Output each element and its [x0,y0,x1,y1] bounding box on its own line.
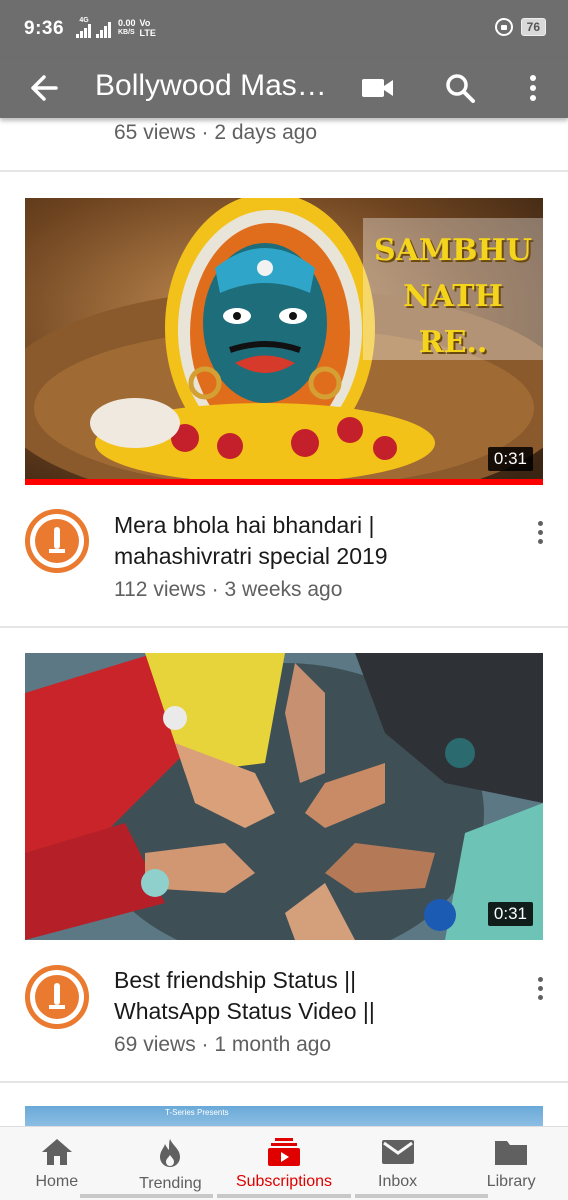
more-vert-icon[interactable] [511,66,555,110]
lte-label: LTE [139,28,156,38]
flame-icon [160,1139,181,1167]
data-speed-unit: KB/S [118,29,135,36]
duration-badge: 0:31 [487,902,533,926]
rotation-lock-icon [494,18,513,36]
nav-subscriptions[interactable]: Subscriptions [227,1127,341,1200]
system-nav-strip [0,1194,568,1200]
nav-trending[interactable]: Trending [114,1127,228,1200]
signal-icon-2 [96,22,111,38]
back-arrow-icon[interactable] [26,66,66,110]
nav-inbox[interactable]: Inbox [341,1127,455,1200]
video-title-line: Mera bhola hai bhandari | [114,512,375,538]
video-meta: 69 views · 1 month ago [114,1033,332,1056]
watch-progress-bar [25,479,543,485]
battery-indicator: 76 [520,18,546,36]
divider [0,1081,568,1083]
channel-title: Bollywood Mas… [95,69,327,102]
thumbnail-caption-line: RE.. [418,325,488,360]
video-title[interactable]: Best friendship Status || WhatsApp Statu… [114,965,504,1027]
channel-avatar[interactable] [25,509,89,573]
next-thumbnail-text: T-Series Presents [165,1108,229,1117]
data-speed: 0.00 [118,18,136,28]
folder-icon [495,1141,528,1165]
video-meta: 112 views · 3 weeks ago [114,578,343,601]
home-icon [41,1139,72,1165]
more-options-icon[interactable] [528,971,552,1005]
status-bar: 9:36 4G 0.00 KB/S Vo LTE 76 [0,0,568,58]
bottom-navigation: Home Trending Subscriptions Inbox Librar… [0,1126,568,1200]
duration-badge: 0:31 [487,447,533,471]
search-icon[interactable] [438,66,482,110]
camera-icon[interactable] [356,66,400,110]
status-indicators: 4G 0.00 KB/S Vo LTE [70,17,156,38]
thumbnail-caption-line: NATH [403,279,503,314]
divider [0,626,568,628]
nav-label: Subscriptions [235,1173,332,1190]
nav-home[interactable]: Home [0,1127,114,1200]
network-type: 4G [79,17,89,24]
previous-video-meta: 65 views · 2 days ago [114,121,318,144]
friendship-thumbnail-image [25,653,543,940]
nav-library[interactable]: Library [454,1127,568,1200]
video-feed[interactable]: 65 views · 2 days ago SAMBHU NATH RE.. 0… [0,118,568,1126]
channel-avatar[interactable] [25,965,89,1029]
more-options-icon[interactable] [528,515,552,549]
mail-icon [381,1140,414,1164]
video-title-line: mahashivratri special 2019 [114,543,388,569]
nav-label: Library [486,1173,536,1190]
volte-label: Vo [139,18,151,28]
divider [0,170,568,172]
signal-icon [76,24,91,38]
thumbnail-caption-line: SAMBHU [373,233,532,268]
nav-label: Home [35,1173,79,1190]
app-bar: Bollywood Mas… [0,58,568,118]
status-time: 9:36 [24,18,65,39]
nav-label: Trending [139,1175,202,1192]
video-title-line: Best friendship Status || [114,967,357,993]
thumbnail-caption: SAMBHU NATH RE.. [365,228,541,366]
video-title-line: WhatsApp Status Video || [114,998,375,1024]
nav-label: Inbox [378,1173,418,1190]
video-thumbnail[interactable]: 0:31 [25,653,543,940]
video-thumbnail[interactable]: SAMBHU NATH RE.. 0:31 [25,198,543,485]
subscriptions-icon [267,1138,300,1166]
next-video-thumbnail[interactable]: T-Series Presents [25,1106,543,1126]
video-title[interactable]: Mera bhola hai bhandari | mahashivratri … [114,510,504,572]
